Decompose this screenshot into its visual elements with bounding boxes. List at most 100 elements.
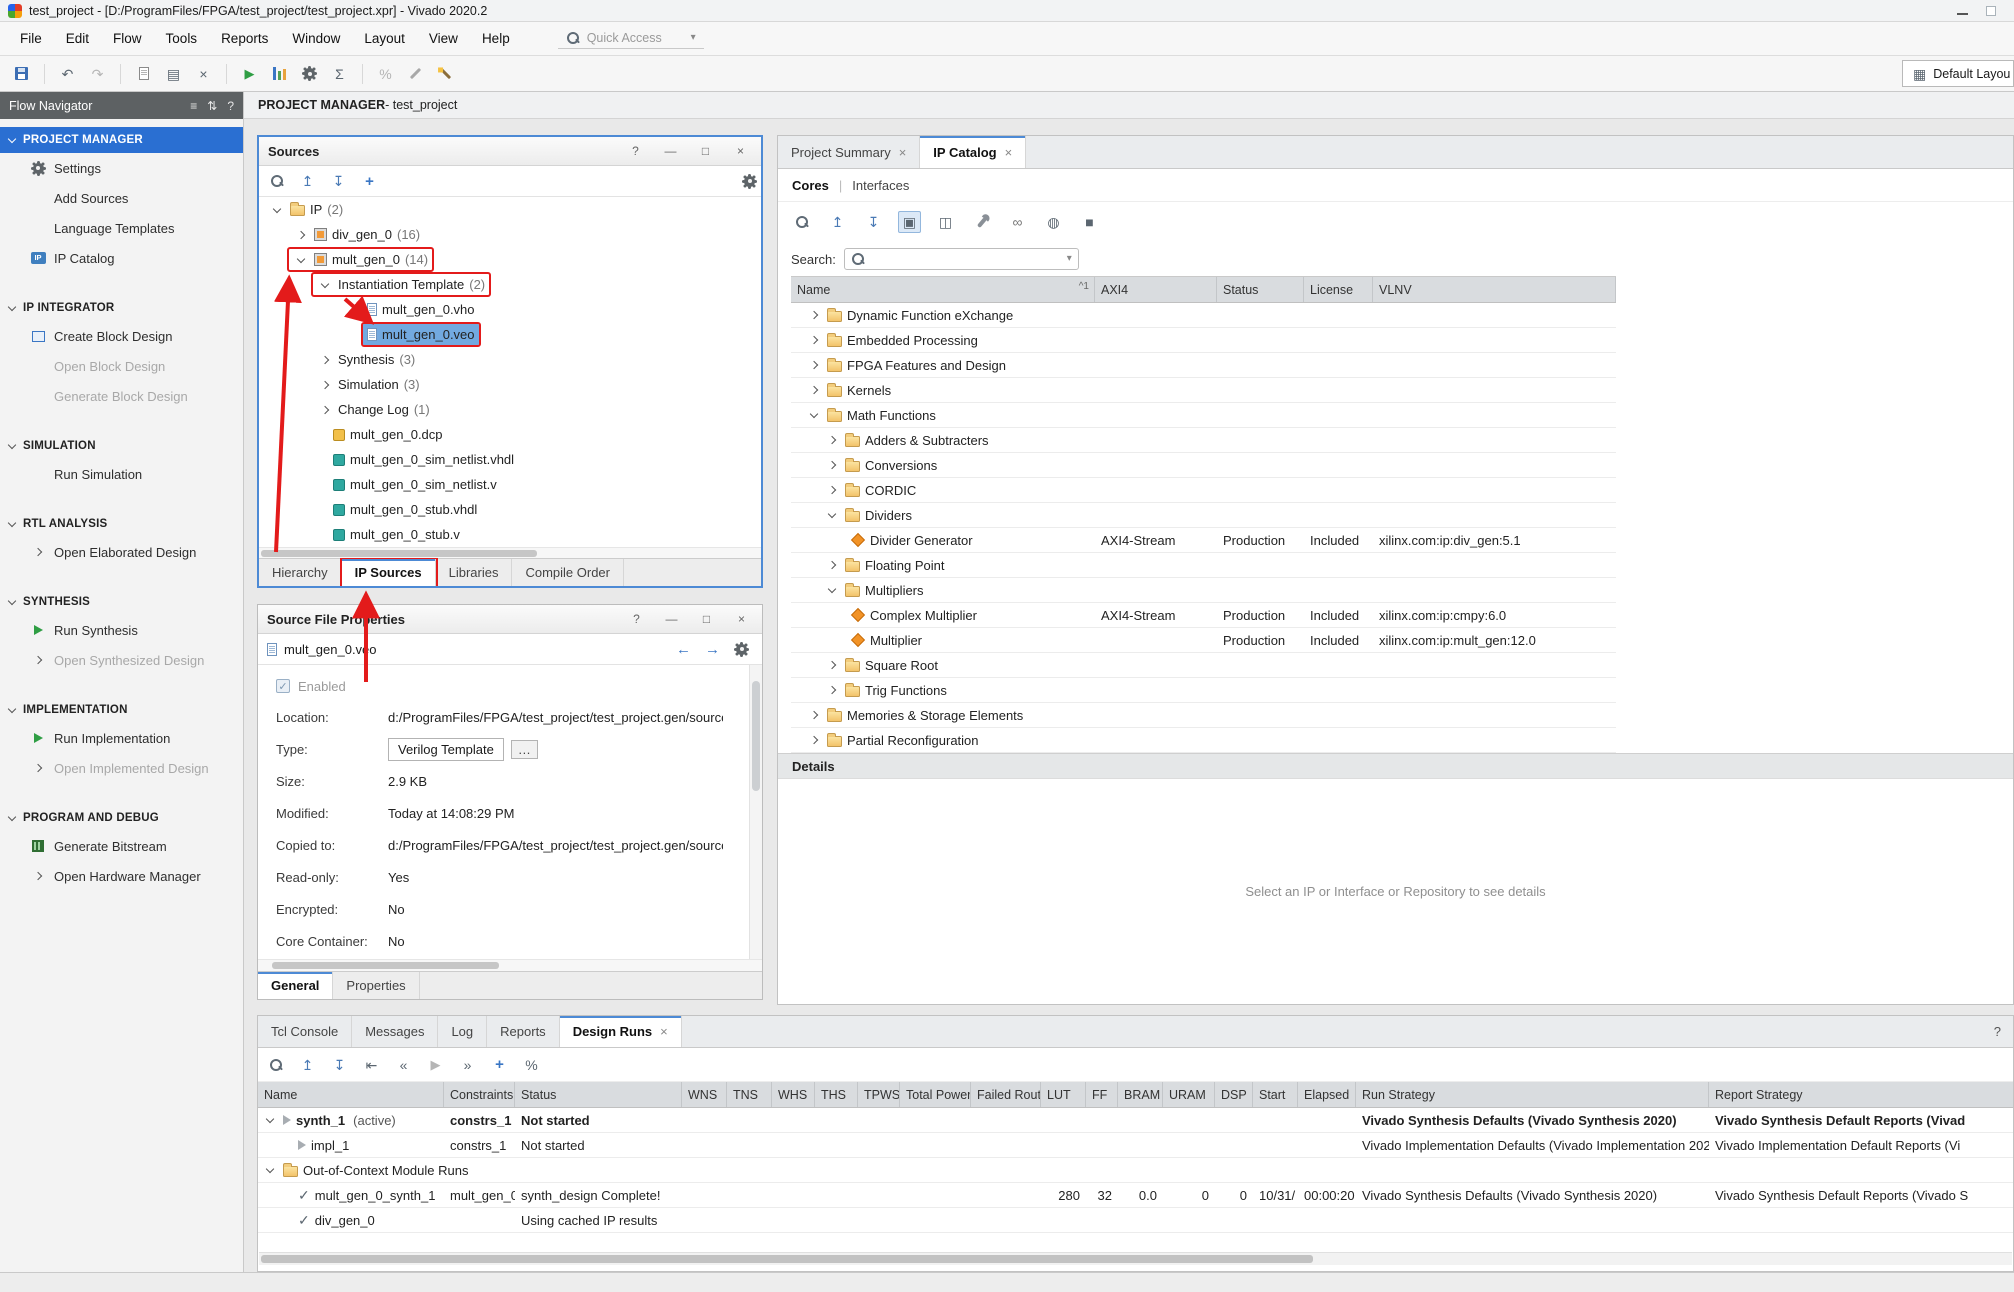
column-header-tpws[interactable]: TPWS (858, 1082, 900, 1107)
menu-tools[interactable]: Tools (154, 26, 210, 51)
forward-button[interactable]: → (701, 638, 724, 660)
settings-button[interactable] (738, 170, 761, 192)
delete-button[interactable]: × (190, 61, 217, 87)
updown-icon[interactable]: ⇅ (207, 100, 217, 112)
help-icon[interactable]: ? (1982, 1016, 2013, 1047)
group-button[interactable]: ▣ (898, 211, 921, 233)
catalog-row[interactable]: Embedded Processing (791, 328, 1616, 353)
flownav-item-run-synthesis[interactable]: Run Synthesis (0, 615, 243, 645)
flownav-section-implementation[interactable]: IMPLEMENTATION (0, 697, 243, 723)
tree-row[interactable]: mult_gen_0.dcp (259, 422, 761, 447)
flownav-item-open-block-design[interactable]: Open Block Design (0, 351, 243, 381)
vertical-scrollbar[interactable] (749, 665, 762, 959)
column-header-ff[interactable]: FF (1086, 1082, 1118, 1107)
tab-properties[interactable]: Properties (333, 972, 419, 999)
column-header-constraints[interactable]: Constraints (444, 1082, 515, 1107)
chevron-right-icon[interactable] (293, 232, 309, 238)
run-row[interactable]: ✓div_gen_0Using cached IP results (258, 1208, 2013, 1233)
lines-icon[interactable]: ≡ (190, 100, 197, 112)
flownav-item-create-block-design[interactable]: Create Block Design (0, 321, 243, 351)
column-header-axi4[interactable]: AXI4 (1095, 277, 1217, 302)
chevron-right-icon[interactable] (824, 562, 840, 568)
edit-button[interactable] (402, 61, 429, 87)
tab-compile-order[interactable]: Compile Order (512, 559, 624, 586)
search-input[interactable]: ▾ (844, 248, 1079, 270)
chevron-right-icon[interactable] (806, 362, 822, 368)
tab-log[interactable]: Log (438, 1016, 487, 1047)
catalog-row[interactable]: Complex MultiplierAXI4-StreamProductionI… (791, 603, 1616, 628)
menu-file[interactable]: File (8, 26, 54, 51)
catalog-row[interactable]: Kernels (791, 378, 1616, 403)
tree-row[interactable]: mult_gen_0(14) (259, 247, 761, 272)
tostart-button[interactable]: ⇤ (360, 1054, 383, 1076)
chevron-right-icon[interactable] (806, 737, 822, 743)
scrollbar-thumb[interactable] (261, 1255, 1313, 1263)
catalog-row[interactable]: CORDIC (791, 478, 1616, 503)
chevron-right-icon[interactable] (824, 437, 840, 443)
catalog-row[interactable]: FPGA Features and Design (791, 353, 1616, 378)
catalog-row[interactable]: Adders & Subtracters (791, 428, 1616, 453)
flownav-section-rtl-analysis[interactable]: RTL ANALYSIS (0, 511, 243, 537)
tab-general[interactable]: General (258, 972, 333, 999)
chevron-right-icon[interactable] (824, 487, 840, 493)
chevron-right-icon[interactable] (806, 712, 822, 718)
chevron-right-icon[interactable] (317, 382, 333, 388)
catalog-row[interactable]: MultiplierProductionIncludedxilinx.com:i… (791, 628, 1616, 653)
close-tab-icon[interactable]: × (660, 1024, 668, 1039)
help-icon[interactable]: ? (227, 100, 234, 112)
maximize-icon[interactable] (1986, 6, 1996, 16)
redo-button[interactable]: ↷ (84, 61, 111, 87)
flownav-section-synthesis[interactable]: SYNTHESIS (0, 589, 243, 615)
collapse-button[interactable]: ↥ (296, 1054, 319, 1076)
column-header-total_power[interactable]: Total Power (900, 1082, 971, 1107)
flownav-item-add-sources[interactable]: Add Sources (0, 183, 243, 213)
tree-row[interactable]: Synthesis(3) (259, 347, 761, 372)
tab-libraries[interactable]: Libraries (436, 559, 513, 586)
catalog-row[interactable]: Memories & Storage Elements (791, 703, 1616, 728)
chevron-right-icon[interactable] (806, 387, 822, 393)
catalog-row[interactable]: Dividers (791, 503, 1616, 528)
column-header-start[interactable]: Start (1253, 1082, 1298, 1107)
wand-button[interactable] (432, 61, 459, 87)
chevron-right-icon[interactable] (824, 687, 840, 693)
type-combo[interactable]: Verilog Template (388, 738, 504, 761)
collapse-button[interactable]: ↥ (826, 211, 849, 233)
chevron-right-icon[interactable] (824, 462, 840, 468)
flownav-section-ip-integrator[interactable]: IP INTEGRATOR (0, 295, 243, 321)
horizontal-scrollbar[interactable] (259, 547, 761, 558)
catalog-row[interactable]: Trig Functions (791, 678, 1616, 703)
flownav-item-open-synthesized-design[interactable]: Open Synthesized Design (0, 645, 243, 675)
fwd-button[interactable]: » (456, 1054, 479, 1076)
catalog-row[interactable]: Divider GeneratorAXI4-StreamProductionIn… (791, 528, 1616, 553)
catalog-row[interactable]: Square Root (791, 653, 1616, 678)
tab-project-summary[interactable]: Project Summary× (778, 136, 920, 168)
flownav-item-language-templates[interactable]: Language Templates (0, 213, 243, 243)
menu-window[interactable]: Window (280, 26, 352, 51)
run-row[interactable]: Out-of-Context Module Runs (258, 1158, 2013, 1183)
settings-button[interactable] (296, 61, 323, 87)
minimize-icon[interactable] (1957, 7, 1968, 15)
checkbox-checked-icon[interactable]: ✓ (276, 679, 290, 693)
flownav-section-simulation[interactable]: SIMULATION (0, 433, 243, 459)
tab-ip-sources[interactable]: IP Sources (342, 559, 436, 586)
tree-row[interactable]: mult_gen_0_sim_netlist.vhdl (259, 447, 761, 472)
catalog-row[interactable]: Partial Reconfiguration (791, 728, 1616, 753)
expand-button[interactable]: ↧ (328, 1054, 351, 1076)
plus-button[interactable]: + (488, 1054, 511, 1076)
menu-reports[interactable]: Reports (209, 26, 280, 51)
column-header-elapsed[interactable]: Elapsed (1298, 1082, 1356, 1107)
settings-button[interactable] (730, 638, 753, 660)
chevron-down-icon[interactable] (317, 283, 333, 287)
column-header-license[interactable]: License (1304, 277, 1373, 302)
tree-row[interactable]: mult_gen_0.vho (259, 297, 761, 322)
link-button[interactable]: ∞ (1006, 211, 1029, 233)
menu-help[interactable]: Help (470, 26, 522, 51)
column-header-whs[interactable]: WHS (772, 1082, 815, 1107)
flownav-item-open-hardware-manager[interactable]: Open Hardware Manager (0, 861, 243, 891)
run-button[interactable]: ▶ (236, 61, 263, 87)
flownav-item-generate-block-design[interactable]: Generate Block Design (0, 381, 243, 411)
menu-view[interactable]: View (417, 26, 470, 51)
menu-edit[interactable]: Edit (54, 26, 101, 51)
tab-reports[interactable]: Reports (487, 1016, 560, 1047)
catalog-row[interactable]: Floating Point (791, 553, 1616, 578)
